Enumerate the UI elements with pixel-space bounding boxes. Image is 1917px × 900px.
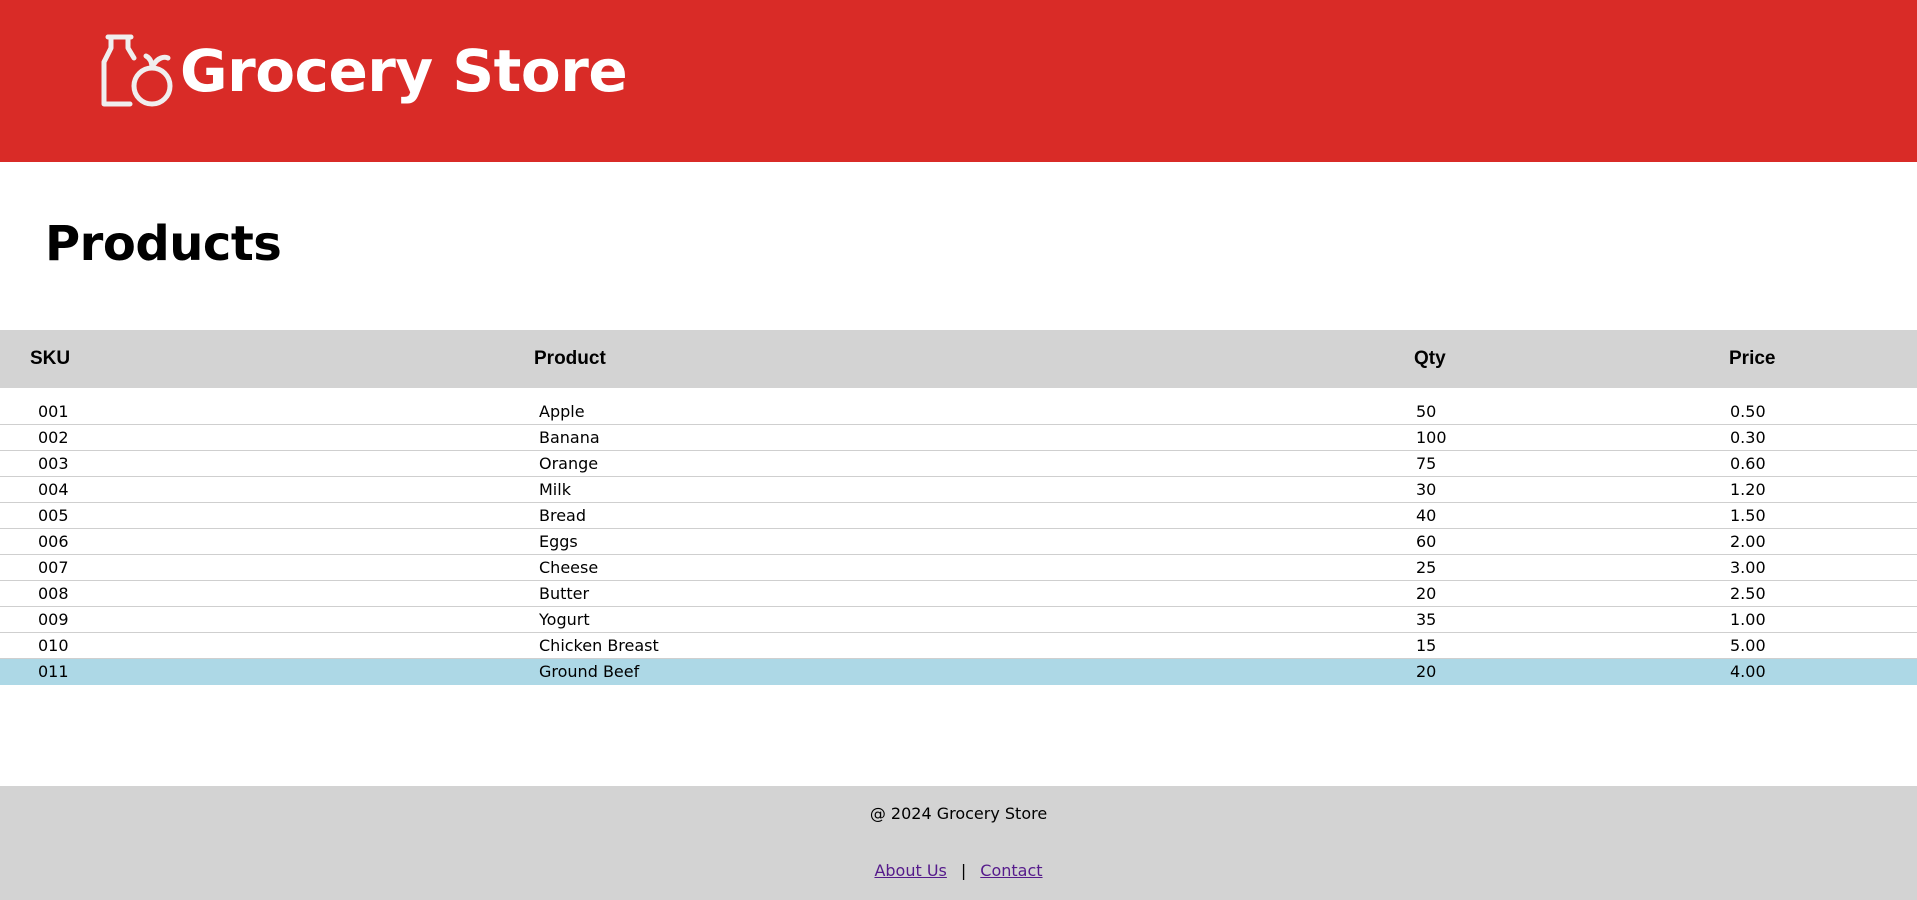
qty-cell: 75 (1416, 454, 1437, 473)
page-title: Products (45, 216, 282, 272)
product-cell: Butter (539, 584, 590, 603)
product-cell: Milk (539, 480, 571, 499)
table-row: 001 Apple 50 0.50 (0, 399, 1917, 425)
products-table: SKU Product Qty Price 001 Apple 50 0.50 … (0, 330, 1917, 685)
about-us-link[interactable]: About Us (874, 861, 946, 880)
grocery-bottle-apple-icon (101, 34, 173, 107)
qty-cell: 35 (1416, 610, 1437, 629)
table-row: 005 Bread 40 1.50 (0, 503, 1917, 529)
sku-cell: 006 (38, 532, 69, 551)
table-row: 006 Eggs 60 2.00 (0, 529, 1917, 555)
site-footer: @ 2024 Grocery Store About Us | Contact (0, 786, 1917, 900)
column-header-qty: Qty (1414, 348, 1446, 369)
price-cell: 3.00 (1730, 558, 1766, 577)
price-cell: 1.00 (1730, 610, 1766, 629)
sku-cell: 002 (38, 428, 69, 447)
price-cell: 5.00 (1730, 636, 1766, 655)
copyright-text: @ 2024 Grocery Store (869, 804, 1048, 823)
sku-cell: 003 (38, 454, 69, 473)
sku-cell: 007 (38, 558, 69, 577)
table-body: 001 Apple 50 0.50 002 Banana 100 0.30 00… (0, 399, 1917, 685)
table-row-highlighted[interactable]: 011 Ground Beef 20 4.00 (0, 659, 1917, 685)
product-cell: Banana (539, 428, 600, 447)
column-header-product: Product (534, 348, 606, 369)
price-cell: 1.50 (1730, 506, 1766, 525)
table-row: 008 Butter 20 2.50 (0, 581, 1917, 607)
table-row: 004 Milk 30 1.20 (0, 477, 1917, 503)
sku-cell: 010 (38, 636, 69, 655)
qty-cell: 60 (1416, 532, 1437, 551)
qty-cell: 25 (1416, 558, 1437, 577)
sku-cell: 011 (38, 662, 69, 681)
table-row: 010 Chicken Breast 15 5.00 (0, 633, 1917, 659)
price-cell: 1.20 (1730, 480, 1766, 499)
table-row: 009 Yogurt 35 1.00 (0, 607, 1917, 633)
product-cell: Orange (539, 454, 599, 473)
price-cell: 4.00 (1730, 662, 1766, 681)
qty-cell: 15 (1416, 636, 1437, 655)
site-header: Grocery Store (0, 0, 1917, 162)
price-cell: 2.00 (1730, 532, 1766, 551)
price-cell: 0.50 (1730, 402, 1766, 421)
table-row: 002 Banana 100 0.30 (0, 425, 1917, 451)
sku-cell: 008 (38, 584, 69, 603)
contact-link[interactable]: Contact (980, 861, 1042, 880)
qty-cell: 50 (1416, 402, 1437, 421)
sku-cell: 004 (38, 480, 69, 499)
table-header: SKU Product Qty Price (0, 330, 1917, 388)
qty-cell: 100 (1416, 428, 1447, 447)
product-cell: Yogurt (539, 610, 590, 629)
price-cell: 2.50 (1730, 584, 1766, 603)
qty-cell: 30 (1416, 480, 1437, 499)
sku-cell: 009 (38, 610, 69, 629)
product-cell: Eggs (539, 532, 578, 551)
qty-cell: 20 (1416, 584, 1437, 603)
product-cell: Cheese (539, 558, 599, 577)
price-cell: 0.30 (1730, 428, 1766, 447)
table-row: 007 Cheese 25 3.00 (0, 555, 1917, 581)
site-logo[interactable]: Grocery Store (100, 32, 628, 110)
qty-cell: 20 (1416, 662, 1437, 681)
qty-cell: 40 (1416, 506, 1437, 525)
product-cell: Bread (539, 506, 587, 525)
column-header-price: Price (1729, 348, 1776, 369)
sku-cell: 001 (38, 402, 69, 421)
footer-links: About Us | Contact (0, 861, 1917, 880)
product-cell: Apple (539, 402, 585, 421)
product-cell: Chicken Breast (539, 636, 659, 655)
link-separator: | (960, 861, 967, 880)
price-cell: 0.60 (1730, 454, 1766, 473)
product-cell: Ground Beef (539, 662, 640, 681)
site-title: Grocery Store (180, 37, 628, 105)
table-row: 003 Orange 75 0.60 (0, 451, 1917, 477)
sku-cell: 005 (38, 506, 69, 525)
column-header-sku: SKU (30, 348, 71, 369)
